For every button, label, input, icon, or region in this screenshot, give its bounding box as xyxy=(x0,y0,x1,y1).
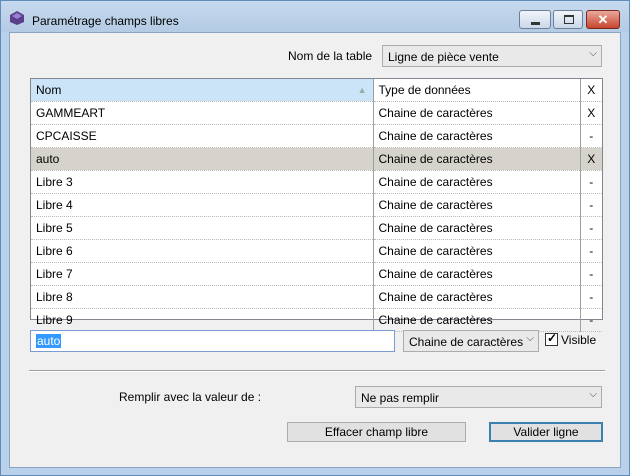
column-header-flag[interactable]: X xyxy=(580,79,602,102)
row-name-cell[interactable]: Libre 8 xyxy=(31,285,374,309)
table-row[interactable]: Libre 9 Chaine de caractères - xyxy=(31,308,602,332)
close-icon: ✕ xyxy=(597,12,609,27)
row-flag-cell[interactable]: - xyxy=(580,262,602,286)
table-row[interactable]: Libre 5 Chaine de caractères - xyxy=(31,216,602,240)
table-row[interactable]: CPCAISSE Chaine de caractères - xyxy=(31,124,602,148)
row-flag-cell[interactable]: - xyxy=(580,239,602,263)
validate-line-button[interactable]: Valider ligne xyxy=(489,422,603,442)
row-type-cell[interactable]: Chaine de caractères xyxy=(373,101,581,125)
field-name-value: auto xyxy=(36,334,62,348)
fill-label: Remplir avec la valeur de : xyxy=(119,390,262,404)
close-button[interactable]: ✕ xyxy=(586,10,620,29)
clear-field-button[interactable]: Effacer champ libre xyxy=(287,422,466,442)
row-type-cell[interactable]: Chaine de caractères xyxy=(373,239,581,263)
row-type-cell[interactable]: Chaine de caractères xyxy=(373,216,581,240)
row-type-cell[interactable]: Chaine de caractères xyxy=(373,124,581,148)
window-title: Paramétrage champs libres xyxy=(32,14,179,28)
row-flag-cell[interactable]: - xyxy=(580,124,602,148)
row-flag-cell[interactable]: X xyxy=(580,101,602,125)
row-name-cell[interactable]: Libre 4 xyxy=(31,193,374,217)
row-flag-cell[interactable]: - xyxy=(580,216,602,240)
chevron-down-icon: ⌵ xyxy=(589,48,597,59)
table-row[interactable]: auto Chaine de caractères X xyxy=(31,147,602,171)
row-flag-cell[interactable]: - xyxy=(580,285,602,309)
row-flag-cell[interactable]: X xyxy=(580,147,602,171)
table-row[interactable]: Libre 7 Chaine de caractères - xyxy=(31,262,602,286)
row-type-cell[interactable]: Chaine de caractères xyxy=(373,285,581,309)
visible-label: Visible xyxy=(561,333,597,347)
table-row[interactable]: Libre 3 Chaine de caractères - xyxy=(31,170,602,194)
column-header-name[interactable]: Nom ▲ xyxy=(31,79,374,102)
dialog-body: Nom de la table Ligne de pièce vente ⌵ N… xyxy=(9,32,621,468)
field-name-input[interactable]: auto xyxy=(30,330,395,352)
row-type-cell[interactable]: Chaine de caractères xyxy=(373,170,581,194)
row-name-cell[interactable]: GAMMEART xyxy=(31,101,374,125)
minimize-button[interactable] xyxy=(519,10,551,29)
row-name-cell[interactable]: Libre 6 xyxy=(31,239,374,263)
row-flag-cell[interactable]: - xyxy=(580,193,602,217)
row-name-cell[interactable]: Libre 3 xyxy=(31,170,374,194)
checkmark-icon: ✓ xyxy=(547,331,558,345)
grid-body: GAMMEART Chaine de caractères X CPCAISSE Cha… xyxy=(31,101,602,332)
column-header-name-label: Nom xyxy=(36,83,62,97)
row-type-cell[interactable]: Chaine de caractères xyxy=(373,262,581,286)
table-select[interactable]: Ligne de pièce vente ⌵ xyxy=(382,45,602,67)
row-name-cell[interactable]: Libre 5 xyxy=(31,216,374,240)
fields-grid[interactable]: Nom ▲ Type de données X GAMMEART Chaine d… xyxy=(30,78,603,332)
table-row[interactable]: Libre 8 Chaine de caractères - xyxy=(31,285,602,309)
fill-select[interactable]: Ne pas remplir ⌵ xyxy=(355,386,602,408)
table-row[interactable]: Libre 4 Chaine de caractères - xyxy=(31,193,602,217)
field-type-value: Chaine de caractères xyxy=(409,335,524,349)
row-name-cell[interactable]: auto xyxy=(31,147,374,171)
visible-checkbox[interactable]: ✓ xyxy=(545,331,558,346)
chevron-down-icon: ⌵ xyxy=(589,389,597,400)
column-header-type[interactable]: Type de données xyxy=(373,79,581,102)
row-type-cell[interactable]: Chaine de caractères xyxy=(373,147,581,171)
row-type-cell[interactable]: Chaine de caractères xyxy=(373,193,581,217)
minimize-icon xyxy=(531,22,540,25)
table-row[interactable]: GAMMEART Chaine de caractères X xyxy=(31,101,602,125)
divider xyxy=(29,370,605,372)
table-row[interactable]: Libre 6 Chaine de caractères - xyxy=(31,239,602,263)
sort-arrow-icon: ▲ xyxy=(357,85,367,95)
field-type-select[interactable]: Chaine de caractères ⌵ xyxy=(403,330,539,352)
row-name-cell[interactable]: CPCAISSE xyxy=(31,124,374,148)
row-flag-cell[interactable]: - xyxy=(580,308,602,332)
maximize-button[interactable] xyxy=(553,10,583,29)
title-bar[interactable]: Paramétrage champs libres ✕ xyxy=(1,1,629,32)
row-name-cell[interactable]: Libre 7 xyxy=(31,262,374,286)
fill-select-value: Ne pas remplir xyxy=(361,391,440,405)
row-name-cell[interactable]: Libre 9 xyxy=(31,308,374,332)
maximize-icon xyxy=(564,15,574,24)
row-type-cell[interactable]: Chaine de caractères xyxy=(373,308,581,332)
table-select-label: Nom de la table xyxy=(288,49,373,63)
dialog-window: Paramétrage champs libres ✕ Nom de la ta… xyxy=(0,0,630,476)
app-icon xyxy=(10,11,24,25)
row-flag-cell[interactable]: - xyxy=(580,170,602,194)
chevron-down-icon: ⌵ xyxy=(526,333,534,344)
table-select-value: Ligne de pièce vente xyxy=(388,50,499,64)
